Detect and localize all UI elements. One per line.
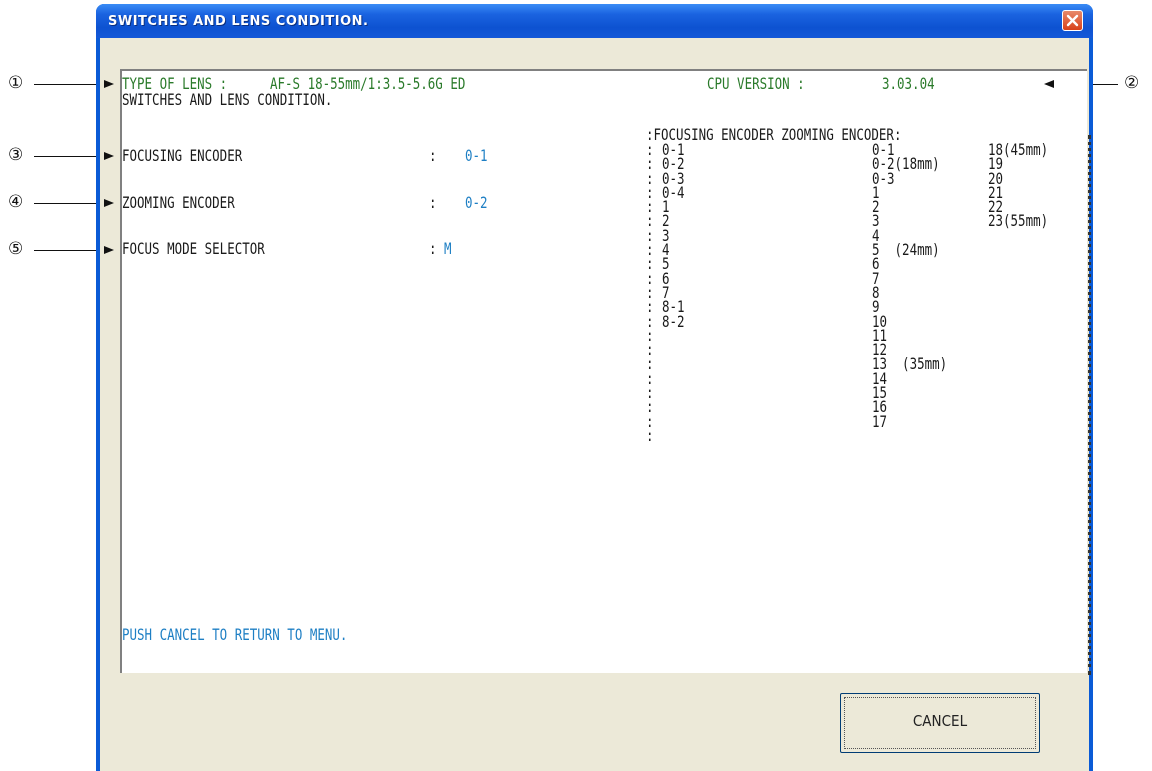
- zooming-encoder-list-1: 0-1 0-2(18mm) 0-3 1 2 3 4 5 (24mm) 6 7 8 9 10 11 12 13 …: [872, 141, 947, 431]
- cpu-version-value: 3.03.04: [882, 74, 935, 93]
- footer-message: PUSH CANCEL TO RETURN TO MENU.: [122, 625, 348, 644]
- callout-3: ③: [8, 145, 24, 165]
- left-colons: : : : : : : : : : : : : : : : : : : : : …: [646, 140, 654, 445]
- zooming-encoder-entry: 1: [872, 182, 880, 202]
- window-title: SWITCHES AND LENS CONDITION.: [108, 14, 369, 29]
- zooming-encoder-entry: 23(55mm): [988, 211, 1049, 231]
- zooming-encoder-entry: 3: [872, 211, 880, 231]
- zooming-encoder-list-2: 18(45mm) 19 20 21 22 23(55mm): [988, 141, 1049, 231]
- zooming-encoder-entry: 5 (24mm): [872, 240, 940, 260]
- focusing-encoder-sep: :: [429, 146, 437, 165]
- cpu-version-label: CPU VERSION :: [707, 74, 805, 93]
- focusing-encoder-entry: 8-2: [662, 311, 685, 331]
- cancel-label: CANCEL: [912, 712, 968, 730]
- close-button[interactable]: [1062, 10, 1083, 31]
- focusing-encoder-list: 0-1 0-2 0-3 0-4 1 2 3 4 5 6 7 8-1 8-2: [662, 141, 685, 331]
- focusing-encoder-label: FOCUSING ENCODER: [122, 146, 243, 165]
- zooming-encoder-entry: 2: [872, 197, 880, 217]
- right-colon-column: [1084, 135, 1091, 675]
- callout-1: ①: [8, 73, 24, 93]
- focusing-encoder-value: 0-1: [465, 146, 488, 165]
- zooming-encoder-entry: 6: [872, 254, 880, 274]
- focus-mode-value: M: [444, 239, 452, 258]
- panel-subtitle: SWITCHES AND LENS CONDITION.: [122, 90, 333, 109]
- zooming-encoder-value: 0-2: [465, 193, 488, 212]
- zooming-encoder-sep: :: [429, 193, 437, 212]
- zooming-encoder-entry: 0-3: [872, 168, 895, 188]
- cancel-button[interactable]: CANCEL: [840, 693, 1040, 753]
- zooming-encoder-label: ZOOMING ENCODER: [122, 193, 235, 212]
- callout-4: ④: [8, 192, 24, 212]
- zooming-encoder-entry: 17: [872, 411, 888, 431]
- callout-5: ⑤: [8, 239, 24, 259]
- focus-mode-label: FOCUS MODE SELECTOR: [122, 239, 265, 258]
- close-icon: [1066, 14, 1079, 27]
- info-panel: TYPE OF LENS : AF-S 18-55mm/1:3.5-5.6G E…: [120, 69, 1091, 675]
- zooming-encoder-entry: 7: [872, 268, 880, 288]
- callout-2: ②: [1124, 73, 1140, 93]
- dialog-window: SWITCHES AND LENS CONDITION. TYPE OF LEN…: [96, 4, 1093, 771]
- dialog-client: TYPE OF LENS : AF-S 18-55mm/1:3.5-5.6G E…: [100, 38, 1091, 771]
- title-bar: SWITCHES AND LENS CONDITION.: [96, 4, 1093, 38]
- zooming-encoder-entry: 8: [872, 282, 880, 302]
- focus-mode-sep: :: [429, 239, 437, 258]
